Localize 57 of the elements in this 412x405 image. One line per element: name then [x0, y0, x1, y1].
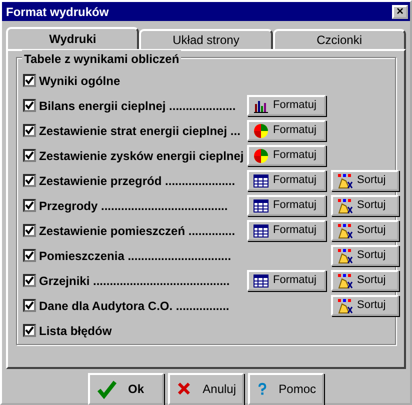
- checkbox[interactable]: [23, 99, 36, 112]
- checkbox-label: Bilans energii cieplnej ....................: [39, 98, 237, 114]
- sort-button[interactable]: Sortuj: [331, 195, 399, 216]
- help-button[interactable]: Pomoc: [248, 373, 324, 405]
- sort-icon: [337, 222, 353, 238]
- checkbox-label: Grzejniki .........................................: [39, 272, 231, 290]
- tab[interactable]: Czcionki: [272, 29, 406, 49]
- tab[interactable]: Układ strony: [139, 29, 273, 49]
- format-button[interactable]: Formatuj: [247, 145, 326, 166]
- window-title: Format wydruków: [6, 4, 109, 20]
- sort-button[interactable]: Sortuj: [331, 220, 399, 241]
- table-icon: [253, 222, 269, 238]
- checkbox[interactable]: [23, 274, 36, 287]
- pie-chart-icon: [253, 148, 269, 164]
- sort-icon: [337, 272, 353, 288]
- checkbox-label: Zestawienie pomieszczeń ..............: [39, 222, 236, 240]
- tab[interactable]: Wydruki: [6, 27, 140, 49]
- ok-button[interactable]: Ok: [88, 373, 164, 405]
- checkbox-label: Pomieszczenia ...............................: [39, 248, 232, 264]
- format-button[interactable]: Formatuj: [247, 220, 326, 241]
- checkbox[interactable]: [23, 149, 36, 162]
- sort-icon: [337, 248, 353, 264]
- sort-icon: [337, 298, 353, 314]
- checkbox[interactable]: [23, 124, 36, 137]
- format-button[interactable]: Formatuj: [247, 95, 326, 116]
- checkbox[interactable]: [23, 199, 36, 212]
- checkbox[interactable]: [23, 249, 36, 262]
- format-button[interactable]: Formatuj: [247, 120, 326, 141]
- checkbox-label: Zestawienie zysków energii cieplnej: [39, 148, 245, 164]
- checkbox[interactable]: [23, 299, 36, 312]
- sort-icon: [337, 198, 353, 214]
- sort-button[interactable]: Sortuj: [331, 270, 399, 291]
- format-button[interactable]: Formatuj: [247, 270, 326, 291]
- checkbox[interactable]: [23, 224, 36, 237]
- cancel-button[interactable]: Anuluj: [168, 373, 244, 405]
- checkmark-icon: [96, 378, 118, 400]
- checkbox-label: Lista błędów: [39, 322, 113, 340]
- table-icon: [253, 272, 269, 288]
- checkbox[interactable]: [23, 74, 36, 87]
- table-icon: [253, 198, 269, 214]
- checkbox-label: Przegrody ......................................: [39, 198, 229, 214]
- checkbox-label: Zestawienie przegród .....................: [39, 172, 236, 190]
- checkbox-label: Wyniki ogólne: [39, 72, 122, 90]
- sort-icon: [337, 172, 353, 188]
- checkbox[interactable]: [23, 174, 36, 187]
- checkbox-label: Dane dla Audytora C.O. ................: [39, 298, 230, 314]
- sort-button[interactable]: Sortuj: [331, 245, 399, 266]
- format-button[interactable]: Formatuj: [247, 195, 326, 216]
- checkbox-label: Zestawienie strat energii cieplnej ...: [39, 122, 242, 140]
- group-title: Tabele z wynikami obliczeń: [22, 50, 182, 68]
- sort-button[interactable]: Sortuj: [331, 170, 399, 191]
- sort-button[interactable]: Sortuj: [331, 295, 399, 316]
- pie-chart-icon: [253, 122, 269, 138]
- checkbox[interactable]: [23, 324, 36, 337]
- table-icon: [253, 172, 269, 188]
- close-button[interactable]: ×: [392, 4, 408, 18]
- format-button[interactable]: Formatuj: [247, 170, 326, 191]
